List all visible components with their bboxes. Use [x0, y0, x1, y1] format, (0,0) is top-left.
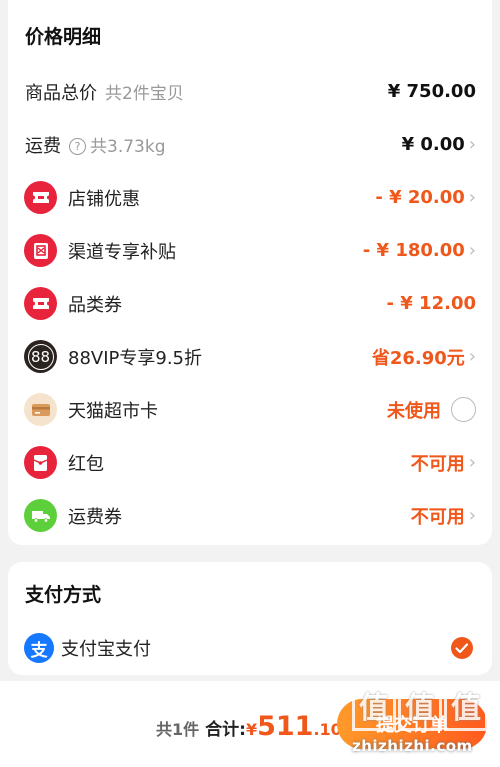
row-tmall-card[interactable]: 天猫超市卡 未使用 [8, 383, 492, 436]
payment-method-title: 支付方式 [25, 584, 102, 606]
row-category-coupon: 品类券 - ¥ 12.00 [8, 277, 492, 330]
row-shop-discount[interactable]: 店铺优惠 - ¥ 20.00 › [8, 171, 492, 224]
chevron-right-icon: › [468, 346, 476, 367]
row-red-packet[interactable]: 红包 不可用 › [8, 436, 492, 489]
red-packet-icon [24, 446, 57, 479]
row-channel-subsidy[interactable]: 渠道专享补贴 - ¥ 180.00 › [8, 224, 492, 277]
shipping-label: 运费? 共3.73kg [25, 135, 166, 157]
item-count-text: 共1件 [156, 720, 200, 739]
shipping-weight-text: 共3.73kg [90, 136, 166, 157]
watermark-glyph: 值 [444, 687, 488, 731]
chevron-right-icon: › [468, 240, 476, 261]
tmall-card-radio[interactable] [451, 397, 476, 422]
watermark-glyph: 值 [352, 687, 396, 731]
chevron-right-icon: › [468, 505, 476, 526]
tmall-card-label: 天猫超市卡 [68, 400, 158, 422]
goods-total-value: ¥ 750.00 [387, 81, 476, 102]
subsidy-icon [24, 234, 57, 267]
alipay-label: 支付宝支付 [61, 639, 151, 660]
total-amount-integer: 511 [257, 711, 314, 742]
truck-icon [24, 499, 57, 532]
watermark-site-text: zhizhizhi.com [352, 737, 473, 755]
category-coupon-icon [24, 287, 57, 320]
price-detail-title: 价格明细 [25, 26, 102, 48]
row-goods-total: 商品总价 共2件宝贝 ¥ 750.00 [8, 65, 492, 118]
channel-subsidy-value: - ¥ 180.00 › [362, 240, 476, 261]
chevron-right-icon: › [468, 452, 476, 473]
shipping-coupon-value: 不可用 › [410, 505, 476, 528]
alipay-icon: 支 [24, 633, 54, 663]
category-coupon-label: 品类券 [68, 294, 122, 316]
watermark-logo: 值 值 值 [350, 683, 490, 735]
chevron-right-icon: › [468, 134, 476, 155]
goods-total-label: 商品总价 共2件宝贝 [25, 82, 184, 104]
red-packet-value: 不可用 › [410, 452, 476, 475]
88vip-label: 88VIP专享9.5折 [68, 347, 203, 369]
goods-count-text: 共2件宝贝 [105, 83, 184, 104]
tmall-card-value: 未使用 [387, 397, 476, 423]
shipping-coupon-label: 运费券 [68, 506, 122, 528]
category-coupon-value: - ¥ 12.00 [386, 293, 476, 314]
help-icon[interactable]: ? [69, 138, 86, 155]
total-summary: 共1件 合计: ¥ 511 .10 [156, 711, 342, 742]
price-detail-card: 价格明细 商品总价 共2件宝贝 ¥ 750.00 运费? 共3.73kg ¥ 0.0… [8, 0, 492, 545]
row-88vip[interactable]: 88 88VIP专享9.5折 省26.90元 › [8, 330, 492, 383]
watermark-glyph: 值 [398, 687, 442, 731]
shop-discount-value: - ¥ 20.00 › [375, 187, 476, 208]
red-packet-label: 红包 [68, 453, 104, 475]
alipay-selected-check[interactable] [450, 636, 474, 660]
channel-subsidy-label: 渠道专享补贴 [68, 241, 176, 263]
row-shipping-coupon[interactable]: 运费券 不可用 › [8, 489, 492, 542]
88vip-value: 省26.90元 › [371, 346, 476, 369]
shop-coupon-icon [24, 181, 57, 214]
payment-method-card: 支付方式 支 支付宝支付 [8, 562, 492, 675]
row-alipay[interactable]: 支 支付宝支付 [8, 622, 492, 674]
card-icon [24, 393, 57, 426]
chevron-right-icon: › [468, 187, 476, 208]
currency-symbol: ¥ [245, 720, 258, 739]
row-shipping[interactable]: 运费? 共3.73kg ¥ 0.00 › [8, 118, 492, 171]
total-label: 合计: [205, 720, 246, 740]
shop-discount-label: 店铺优惠 [68, 188, 140, 210]
88vip-icon: 88 [24, 340, 57, 373]
shipping-value: ¥ 0.00 › [401, 134, 476, 155]
